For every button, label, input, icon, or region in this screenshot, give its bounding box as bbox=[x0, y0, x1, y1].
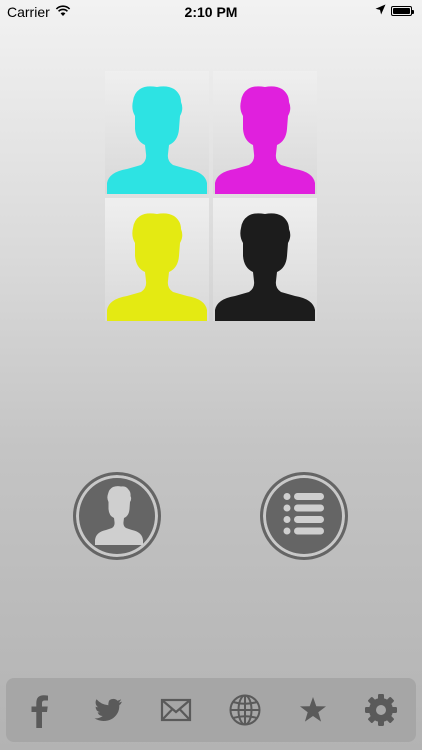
location-arrow-icon bbox=[375, 4, 386, 18]
twitter-icon bbox=[94, 698, 122, 721]
facebook-button[interactable] bbox=[22, 692, 58, 728]
mail-button[interactable] bbox=[158, 692, 194, 728]
website-button[interactable] bbox=[227, 692, 263, 728]
magenta-silhouette bbox=[213, 71, 317, 194]
star-icon bbox=[300, 697, 326, 722]
yellow-silhouette bbox=[105, 198, 209, 321]
photo-grid bbox=[105, 71, 317, 321]
rate-button[interactable] bbox=[295, 692, 331, 728]
gear-icon bbox=[365, 694, 397, 726]
globe-icon bbox=[229, 694, 261, 726]
person-icon bbox=[95, 486, 143, 545]
facebook-icon bbox=[31, 695, 48, 728]
list-button[interactable] bbox=[260, 472, 348, 560]
status-bar: Carrier 2:10 PM bbox=[0, 0, 422, 24]
twitter-button[interactable] bbox=[90, 692, 126, 728]
battery-icon bbox=[391, 6, 414, 16]
settings-button[interactable] bbox=[363, 692, 399, 728]
clock: 2:10 PM bbox=[184, 4, 238, 20]
black-silhouette bbox=[213, 198, 317, 321]
profile-button[interactable] bbox=[73, 472, 161, 560]
mail-icon bbox=[160, 698, 192, 722]
cyan-silhouette bbox=[105, 71, 209, 194]
share-toolbar bbox=[6, 678, 416, 742]
list-icon bbox=[283, 493, 324, 535]
